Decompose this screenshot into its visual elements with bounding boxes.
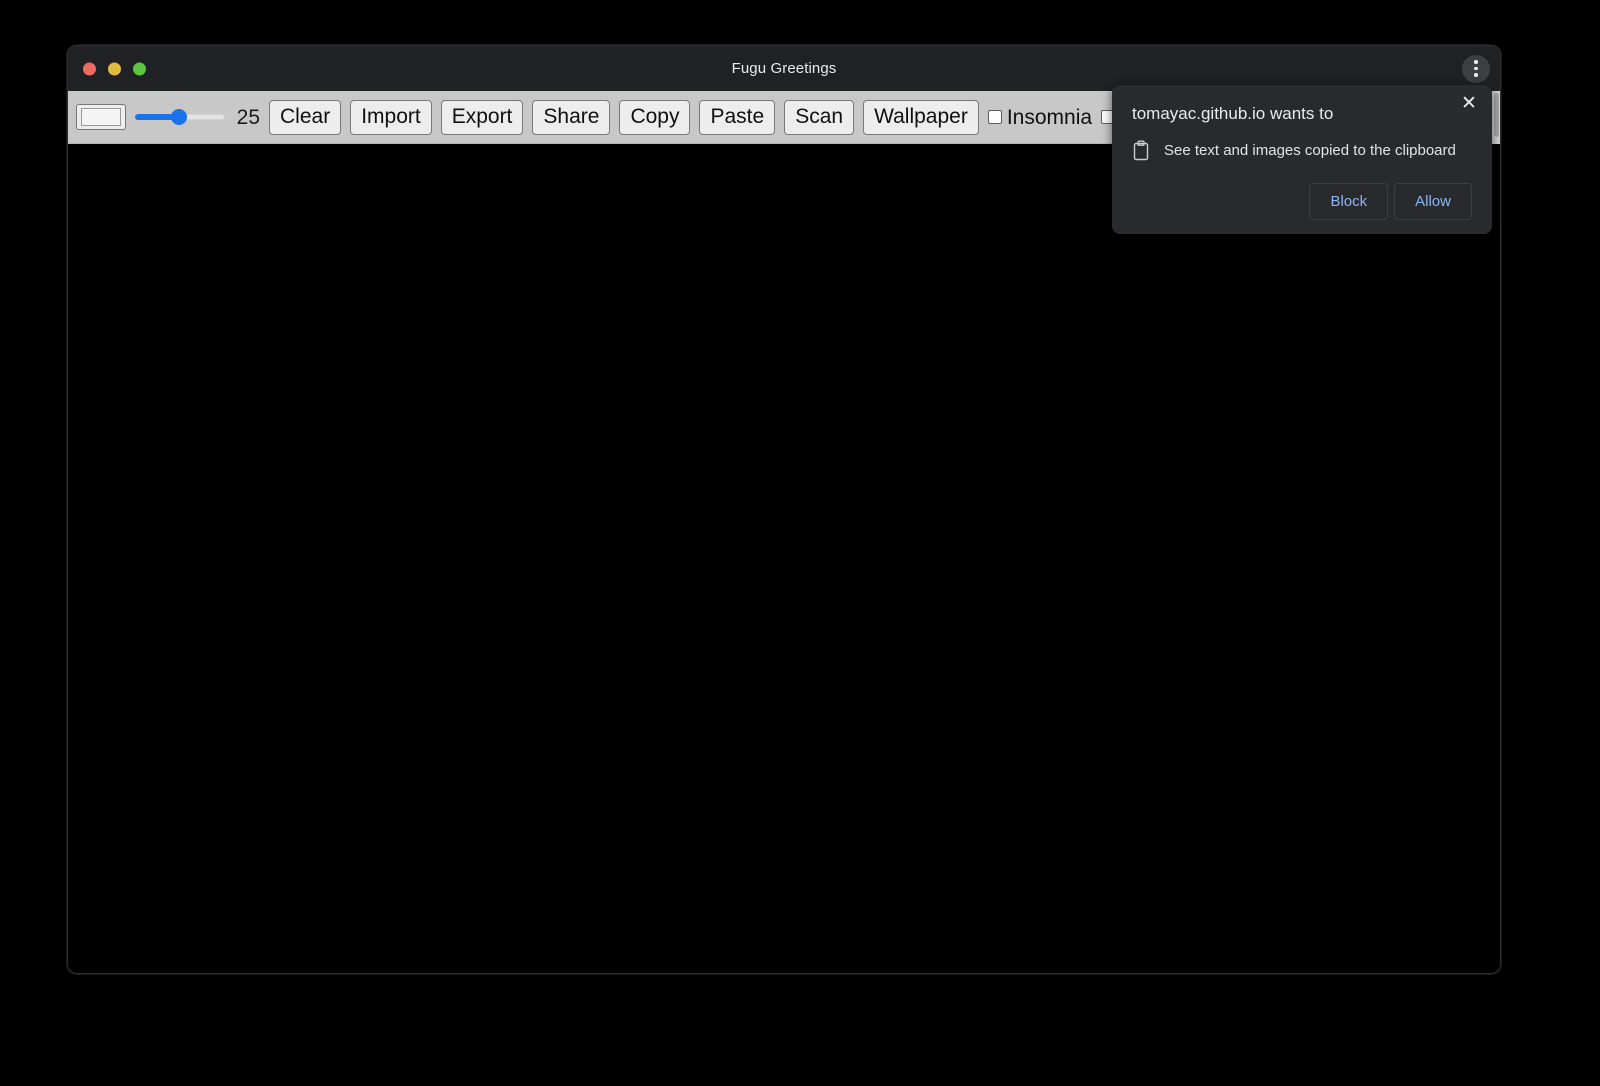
paste-button[interactable]: Paste <box>699 100 775 135</box>
traffic-lights <box>83 62 146 75</box>
permission-dialog-title: tomayac.github.io wants to <box>1132 103 1472 124</box>
window-title: Fugu Greetings <box>732 60 837 77</box>
pen-size-value: 25 <box>234 107 260 128</box>
color-swatch-fill <box>81 108 121 126</box>
permission-actions: Block Allow <box>1132 183 1472 220</box>
scan-button[interactable]: Scan <box>784 100 854 135</box>
insomnia-label: Insomnia <box>1007 107 1092 128</box>
drawing-canvas[interactable] <box>68 144 1500 973</box>
close-icon[interactable]: ✕ <box>1458 93 1480 115</box>
screen: Fugu Greetings 25 Clear Import Export Sh… <box>0 0 1600 1086</box>
export-button[interactable]: Export <box>441 100 524 135</box>
checkbox-icon[interactable] <box>988 110 1002 124</box>
browser-menu-button[interactable] <box>1462 55 1490 83</box>
minimize-window-button[interactable] <box>108 62 121 75</box>
copy-button[interactable]: Copy <box>619 100 690 135</box>
dot-icon <box>1474 67 1478 71</box>
close-window-button[interactable] <box>83 62 96 75</box>
block-button[interactable]: Block <box>1309 183 1388 220</box>
share-button[interactable]: Share <box>532 100 610 135</box>
wallpaper-button[interactable]: Wallpaper <box>863 100 979 135</box>
slider-thumb[interactable] <box>171 109 187 125</box>
pen-size-slider[interactable] <box>135 108 225 126</box>
permission-description: See text and images copied to the clipbo… <box>1164 141 1456 161</box>
allow-button[interactable]: Allow <box>1394 183 1472 220</box>
dot-icon <box>1474 60 1478 64</box>
dot-icon <box>1474 73 1478 77</box>
maximize-window-button[interactable] <box>133 62 146 75</box>
insomnia-checkbox[interactable]: Insomnia <box>988 107 1092 128</box>
permission-request-row: See text and images copied to the clipbo… <box>1132 140 1472 161</box>
permission-dialog: ✕ tomayac.github.io wants to See text an… <box>1112 85 1492 234</box>
clear-button[interactable]: Clear <box>269 100 341 135</box>
scrollbar-thumb[interactable] <box>1494 93 1499 137</box>
toolbar-scrollbar[interactable] <box>1491 91 1500 144</box>
clipboard-icon <box>1132 140 1150 161</box>
import-button[interactable]: Import <box>350 100 432 135</box>
color-picker-input[interactable] <box>76 104 126 130</box>
